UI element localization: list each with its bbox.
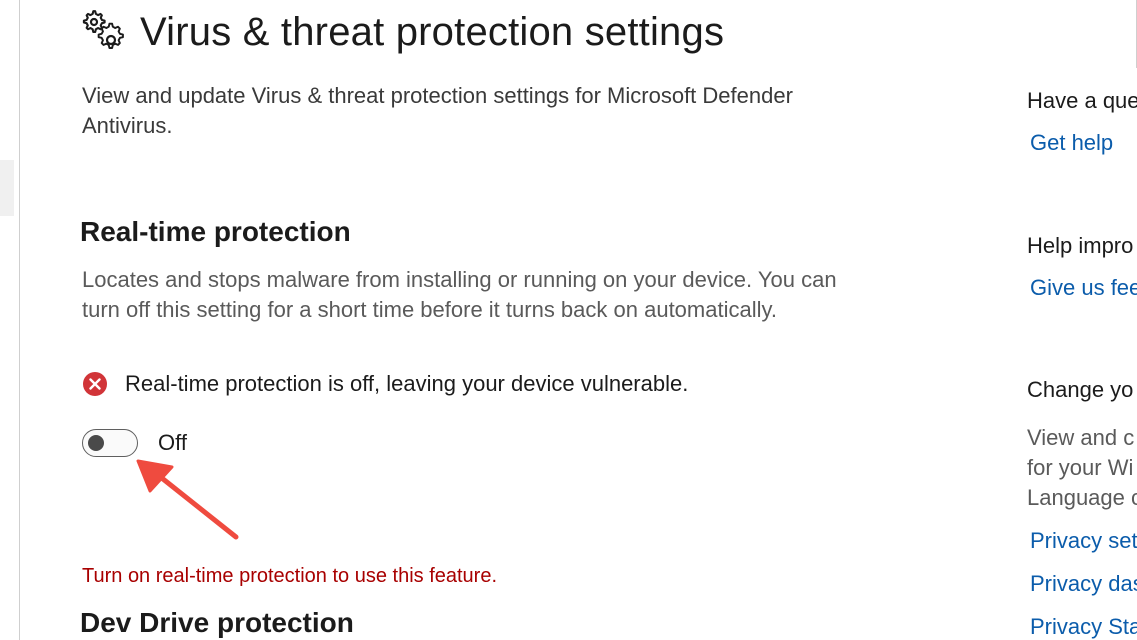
- improve-heading: Help impro: [1027, 233, 1134, 258]
- red-arrow-icon: [136, 459, 239, 540]
- privacy-text-line-1: View and c: [1027, 425, 1135, 450]
- toggle-knob: [88, 435, 104, 451]
- question-heading: Have a que: [1027, 88, 1137, 113]
- nav-edge-tab[interactable]: [0, 160, 14, 216]
- page-title: Virus & threat protection settings: [140, 9, 725, 54]
- gears-icon: [82, 10, 124, 49]
- feature-unavailable-message: Turn on real-time protection to use this…: [82, 565, 498, 587]
- page-header: Virus & threat protection settings: [80, 8, 724, 56]
- toggle-state-label: Off: [158, 430, 187, 455]
- error-x-icon: [83, 372, 107, 396]
- warning-text: Real-time protection is off, leaving you…: [125, 371, 689, 396]
- protection-warning: Real-time protection is off, leaving you…: [82, 371, 688, 397]
- realtime-protection-heading: Real-time protection: [80, 216, 351, 247]
- settings-page: Virus & threat protection settings View …: [0, 0, 1137, 640]
- privacy-statement-link[interactable]: Privacy Stat: [1030, 614, 1137, 640]
- privacy-text-line-2: for your Wi: [1027, 455, 1134, 480]
- privacy-dashboard-link[interactable]: Privacy dash: [1030, 571, 1137, 597]
- get-help-link[interactable]: Get help: [1030, 130, 1113, 156]
- dev-drive-protection-heading: Dev Drive protection: [80, 607, 354, 638]
- change-privacy-heading: Change yo: [1027, 377, 1134, 402]
- give-feedback-link[interactable]: Give us feed: [1030, 275, 1137, 301]
- privacy-text-line-3: Language c: [1027, 485, 1137, 510]
- realtime-protection-description: Locates and stops malware from installin…: [82, 267, 837, 322]
- left-border: [19, 0, 20, 640]
- realtime-toggle-row: Off: [82, 429, 187, 457]
- privacy-settings-link[interactable]: Privacy sett: [1030, 528, 1137, 554]
- page-subtitle: View and update Virus & threat protectio…: [82, 83, 793, 138]
- right-sidebar: Have a que Get help Help impro Give us f…: [1027, 0, 1137, 640]
- realtime-protection-toggle[interactable]: [82, 429, 138, 457]
